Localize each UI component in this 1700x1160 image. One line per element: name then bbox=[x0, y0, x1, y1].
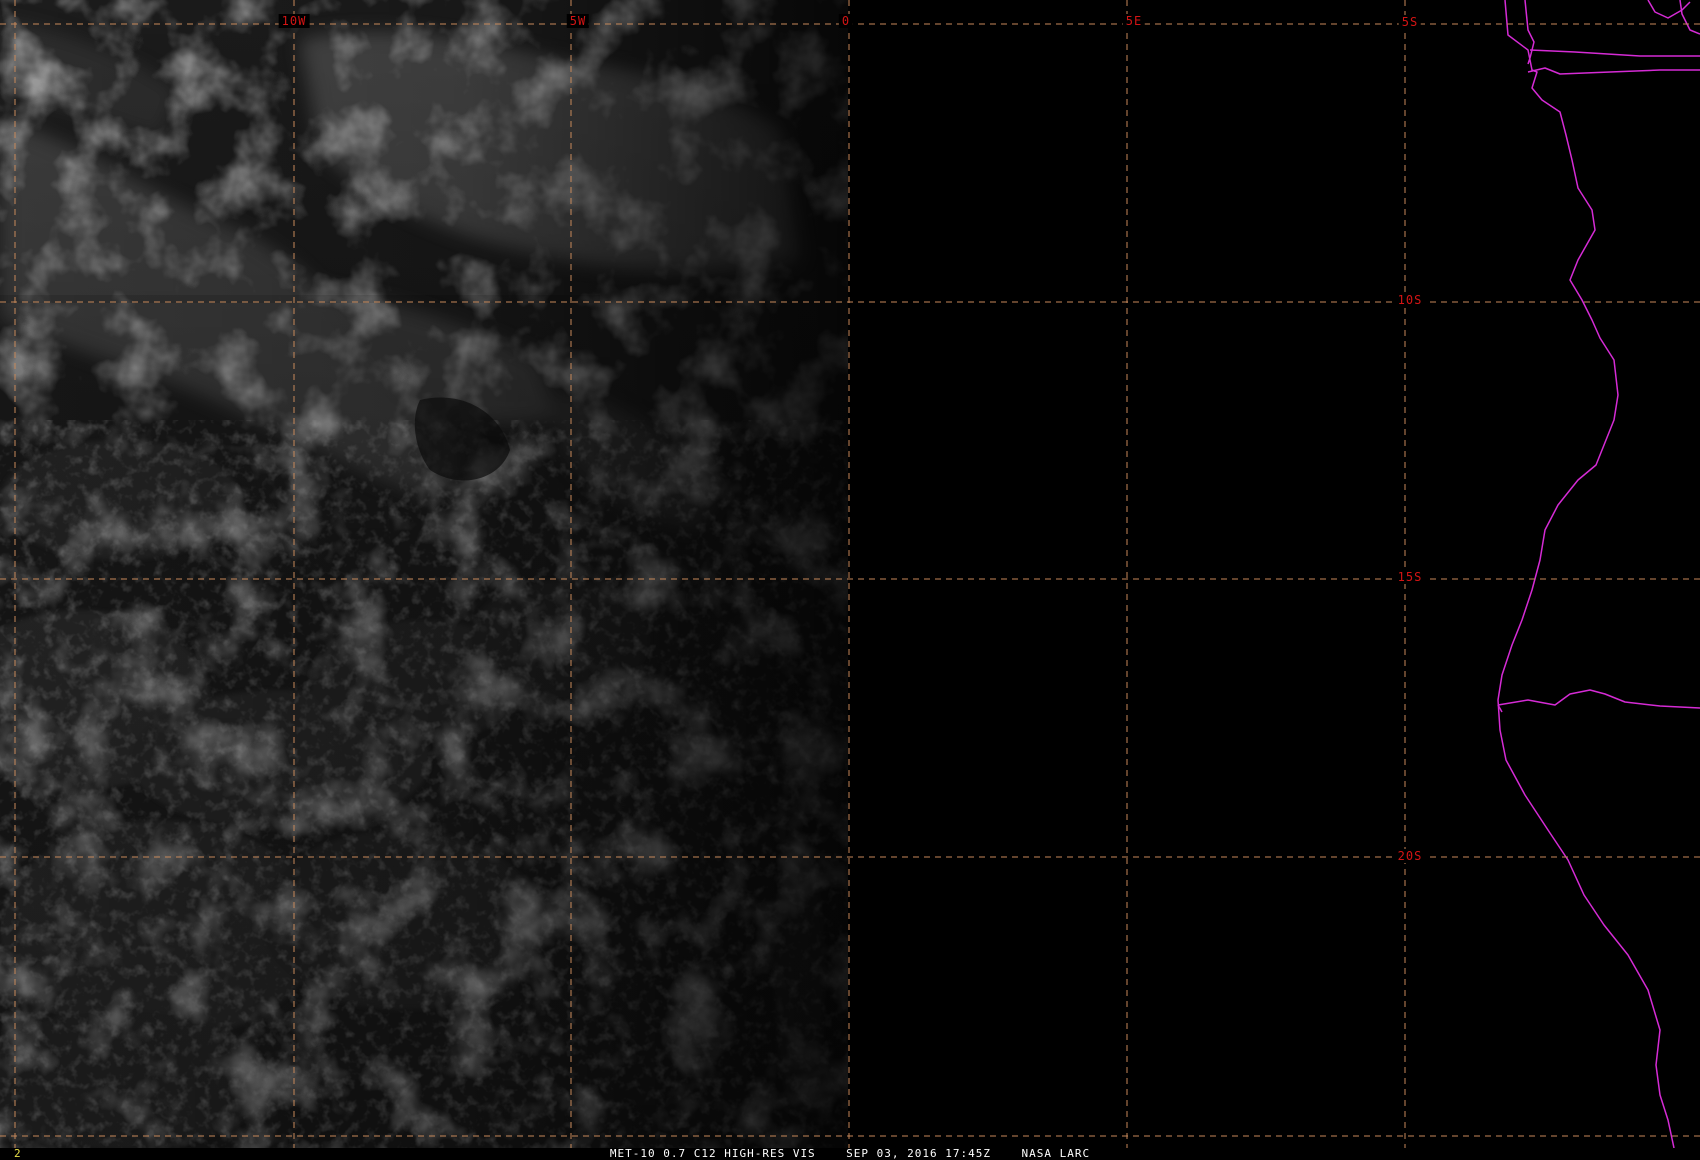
border-ne bbox=[1647, 0, 1691, 19]
latitude-label-15s: 15S bbox=[1394, 570, 1426, 584]
coastline-main bbox=[1497, 0, 1675, 1148]
satellite-imagery-canvas bbox=[0, 0, 1700, 1148]
image-caption: MET-10 0.7 C12 HIGH-RES VIS SEP 03, 2016… bbox=[609, 1147, 1091, 1160]
latitude-label-5s: 5S bbox=[1398, 15, 1422, 29]
longitude-label-0: 0 bbox=[838, 14, 854, 28]
border-lat-5s bbox=[1527, 67, 1700, 75]
longitude-label-10w: 10W bbox=[278, 14, 310, 28]
border-lat-5s-b bbox=[1529, 49, 1700, 57]
latitude-label-10s: 10S bbox=[1394, 293, 1426, 307]
latitude-label-20s: 20S bbox=[1394, 849, 1426, 863]
longitude-label-5e: 5E bbox=[1122, 14, 1146, 28]
satellite-image-viewer: 10W 5W 0 5E 5S 10S 15S 20S 2 MET-10 0.7 … bbox=[0, 0, 1700, 1160]
longitude-label-5w: 5W bbox=[566, 14, 590, 28]
coastline bbox=[1497, 0, 1700, 1148]
cloud-imagery-layer bbox=[0, 0, 848, 1148]
satellite-map[interactable]: 10W 5W 0 5E 5S 10S 15S 20S bbox=[0, 0, 1700, 1148]
border-ne-b bbox=[1679, 0, 1700, 35]
status-bar: 2 MET-10 0.7 C12 HIGH-RES VIS SEP 03, 20… bbox=[0, 1148, 1700, 1160]
border-sw-1 bbox=[1497, 689, 1700, 709]
